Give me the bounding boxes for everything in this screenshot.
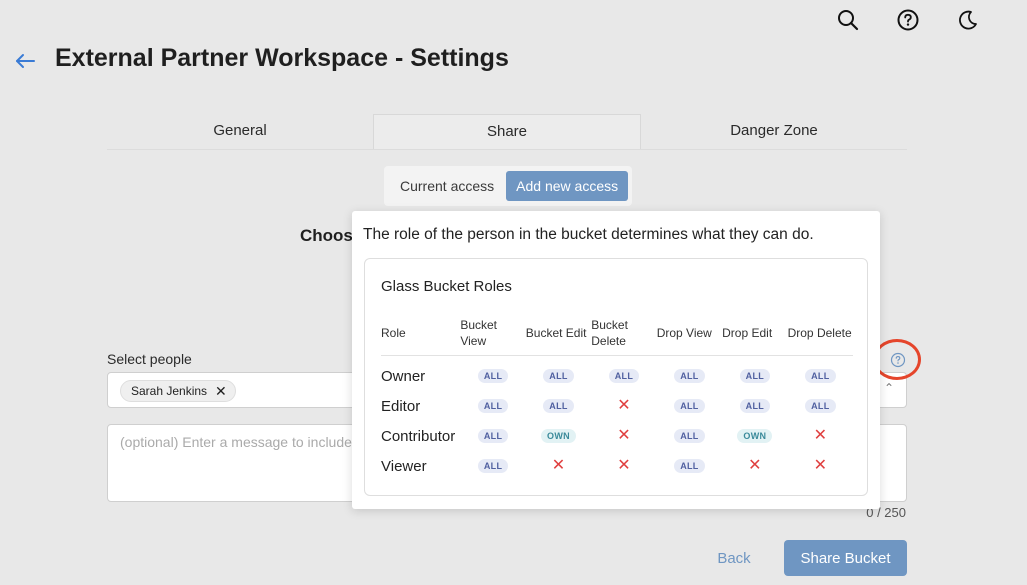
header-bucket-edit: Bucket Edit bbox=[525, 326, 587, 340]
access-segment-control: Current access Add new access bbox=[384, 166, 633, 206]
roles-card-title: Glass Bucket Roles bbox=[381, 278, 512, 295]
role-name: Owner bbox=[381, 367, 426, 385]
permission-badge: ALL bbox=[543, 369, 574, 383]
permission-cell: ALL bbox=[657, 369, 722, 383]
permission-cell: ALL bbox=[788, 399, 853, 413]
permission-cell: ALL bbox=[526, 369, 591, 383]
deny-icon: ✕ bbox=[591, 398, 656, 414]
person-chip: Sarah Jenkins ✕ bbox=[120, 380, 236, 402]
permission-cell: ALL bbox=[657, 459, 722, 473]
add-new-access-button[interactable]: Add new access bbox=[506, 171, 629, 201]
permission-badge: ALL bbox=[805, 399, 836, 413]
permission-badge: ALL bbox=[543, 399, 574, 413]
permission-cell: ALL bbox=[460, 429, 525, 443]
permission-cell: OWN bbox=[722, 429, 787, 443]
choose-heading: Choos bbox=[300, 226, 353, 245]
permission-cell: ALL bbox=[788, 369, 853, 383]
permission-badge: ALL bbox=[674, 429, 705, 443]
roles-table: Role Bucket View Bucket Edit Bucket Dele… bbox=[381, 311, 853, 481]
table-row: Viewer ALL ✕ ✕ ALL ✕ ✕ bbox=[381, 451, 853, 481]
x-icon: ✕ bbox=[617, 457, 631, 474]
search-icon[interactable] bbox=[836, 8, 860, 32]
permission-badge: ALL bbox=[674, 459, 705, 473]
permission-badge: ALL bbox=[477, 369, 509, 383]
x-icon: ✕ bbox=[617, 427, 631, 444]
table-row: Owner ALL ALL ALL ALL ALL ALL bbox=[381, 361, 853, 391]
role-name: Editor bbox=[381, 397, 421, 415]
header-drop-edit: Drop Edit bbox=[722, 326, 773, 340]
permission-cell: ALL bbox=[526, 399, 591, 413]
select-caret-icon[interactable]: ⌃ bbox=[884, 381, 894, 395]
x-icon: ✕ bbox=[748, 457, 762, 474]
permission-badge: ALL bbox=[739, 399, 771, 413]
help-circle-icon[interactable] bbox=[896, 8, 920, 32]
header-drop-view: Drop View bbox=[656, 326, 712, 340]
deny-icon: ✕ bbox=[591, 428, 656, 444]
x-icon: ✕ bbox=[551, 457, 566, 474]
roles-table-body: Owner ALL ALL ALL ALL ALL ALL Editor ALL ALL ✕ ALL A… bbox=[381, 361, 853, 481]
tab-share[interactable]: Share bbox=[373, 114, 641, 149]
tab-general[interactable]: General bbox=[107, 114, 373, 149]
permission-badge: ALL bbox=[674, 369, 705, 383]
header-bucket-view: Bucket View bbox=[460, 318, 498, 348]
permission-badge: ALL bbox=[477, 459, 509, 473]
tab-bar: General Share Danger Zone bbox=[107, 114, 907, 150]
deny-icon: ✕ bbox=[722, 458, 787, 474]
share-bucket-button[interactable]: Share Bucket bbox=[784, 540, 907, 576]
header-drop-delete: Drop Delete bbox=[787, 326, 852, 340]
back-button[interactable]: Back bbox=[708, 540, 760, 576]
permission-badge: ALL bbox=[805, 369, 836, 383]
x-icon: ✕ bbox=[617, 397, 631, 414]
permission-cell: ALL bbox=[460, 459, 525, 473]
page-title: External Partner Workspace - Settings bbox=[55, 44, 509, 72]
permission-badge: ALL bbox=[608, 369, 640, 383]
permission-badge: OWN bbox=[541, 429, 576, 443]
x-icon: ✕ bbox=[813, 427, 828, 444]
role-help-icon[interactable] bbox=[890, 352, 906, 368]
permission-cell: OWN bbox=[526, 429, 591, 443]
permission-badge: ALL bbox=[477, 429, 509, 443]
permission-cell: ALL bbox=[722, 369, 787, 383]
select-people-label: Select people bbox=[107, 351, 192, 367]
roles-popover: The role of the person in the bucket det… bbox=[352, 211, 880, 509]
permission-cell: ALL bbox=[460, 369, 525, 383]
permission-cell: ALL bbox=[460, 399, 525, 413]
permission-badge: ALL bbox=[477, 399, 509, 413]
permission-cell: ALL bbox=[722, 399, 787, 413]
current-access-button[interactable]: Current access bbox=[394, 171, 500, 201]
moon-icon[interactable] bbox=[956, 8, 980, 32]
table-row: Contributor ALL OWN ✕ ALL OWN ✕ bbox=[381, 421, 853, 451]
chip-label: Sarah Jenkins bbox=[131, 384, 208, 398]
roles-table-header: Role Bucket View Bucket Edit Bucket Dele… bbox=[381, 311, 853, 356]
arrow-left-icon[interactable] bbox=[12, 48, 38, 74]
permission-badge: OWN bbox=[737, 429, 773, 443]
deny-icon: ✕ bbox=[788, 428, 853, 444]
deny-icon: ✕ bbox=[591, 458, 656, 474]
role-name: Contributor bbox=[381, 427, 456, 445]
deny-icon: ✕ bbox=[526, 458, 591, 474]
permission-badge: ALL bbox=[674, 399, 705, 413]
roles-card: Glass Bucket Roles Role Bucket View Buck… bbox=[364, 258, 868, 496]
header-role: Role bbox=[381, 326, 406, 340]
tab-danger-zone[interactable]: Danger Zone bbox=[641, 114, 907, 149]
permission-cell: ALL bbox=[657, 429, 722, 443]
permission-cell: ALL bbox=[591, 369, 656, 383]
permission-cell: ALL bbox=[657, 399, 722, 413]
deny-icon: ✕ bbox=[788, 458, 853, 474]
remove-chip-icon[interactable]: ✕ bbox=[215, 383, 227, 400]
header-bucket-delete: Bucket Delete bbox=[591, 318, 628, 348]
popover-description: The role of the person in the bucket det… bbox=[363, 226, 814, 243]
table-row: Editor ALL ALL ✕ ALL ALL ALL bbox=[381, 391, 853, 421]
permission-badge: ALL bbox=[739, 369, 771, 383]
x-icon: ✕ bbox=[813, 457, 828, 474]
role-name: Viewer bbox=[381, 457, 427, 475]
